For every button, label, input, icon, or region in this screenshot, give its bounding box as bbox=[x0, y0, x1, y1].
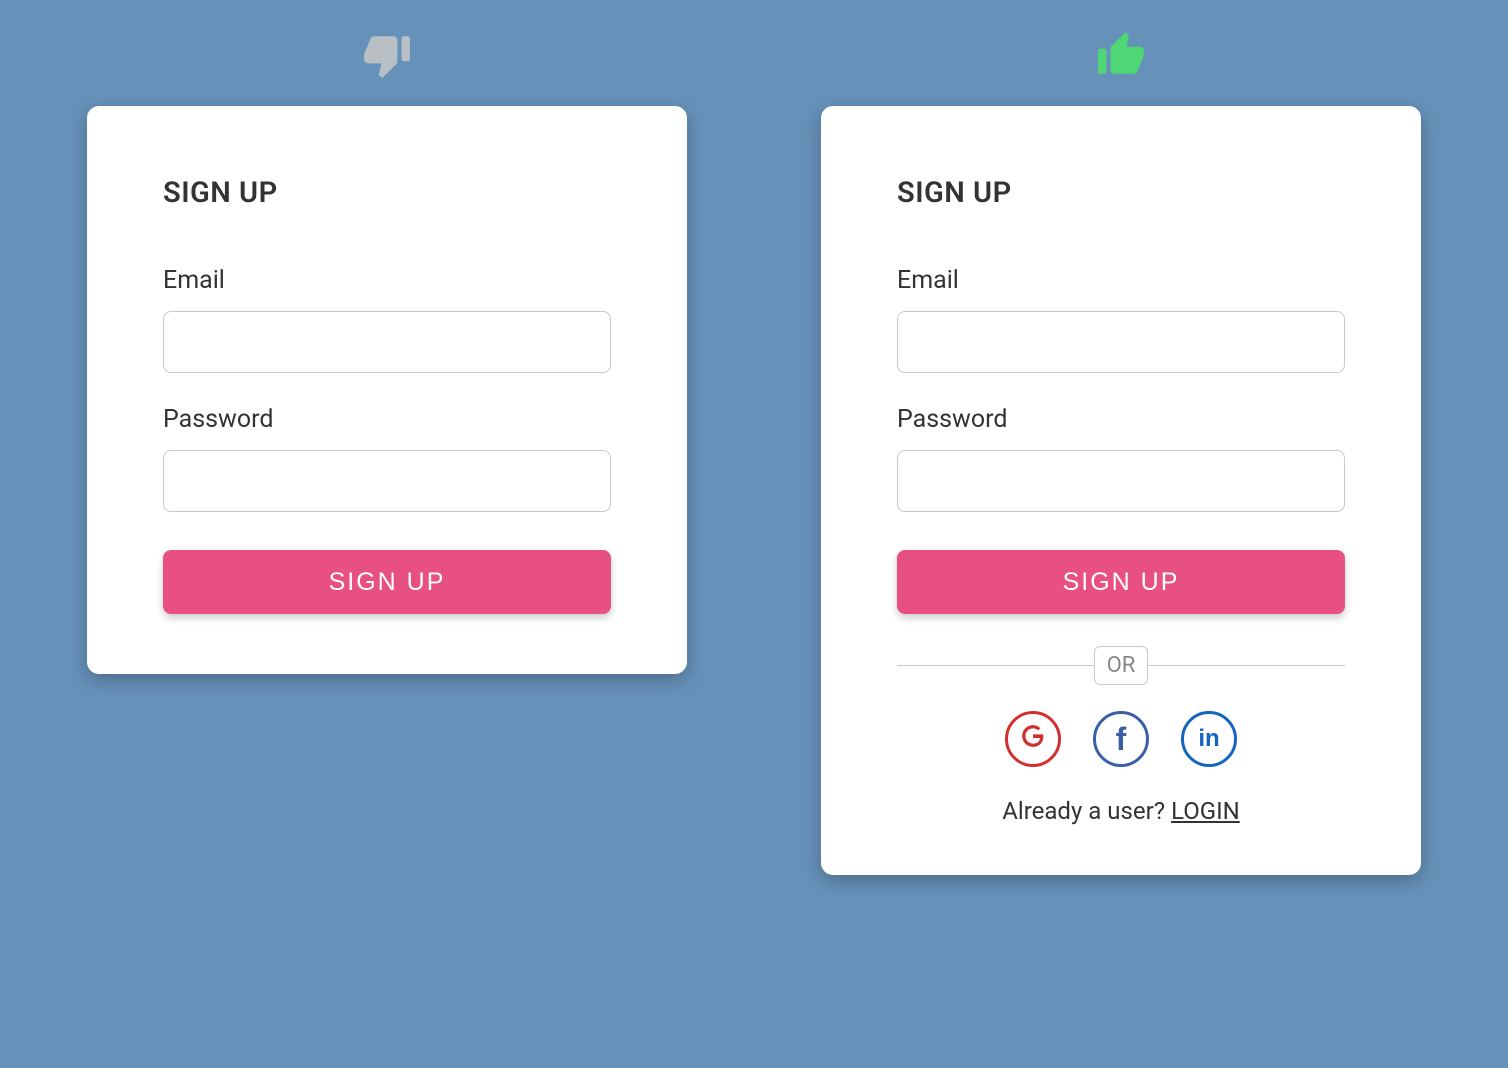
good-example-column: SIGN UP Email Password SIGN UP OR bbox=[774, 30, 1468, 875]
signup-button[interactable]: SIGN UP bbox=[163, 550, 611, 614]
already-user-text: Already a user? LOGIN bbox=[897, 797, 1345, 825]
card-heading: SIGN UP bbox=[163, 176, 611, 210]
thumbs-up-icon bbox=[1093, 30, 1149, 80]
password-input[interactable] bbox=[163, 450, 611, 512]
email-label: Email bbox=[163, 266, 611, 295]
signup-card-left: SIGN UP Email Password SIGN UP bbox=[87, 106, 687, 674]
login-link[interactable]: LOGIN bbox=[1171, 797, 1240, 825]
divider-line bbox=[897, 665, 1094, 666]
email-input[interactable] bbox=[163, 311, 611, 373]
card-heading: SIGN UP bbox=[897, 176, 1345, 210]
password-input[interactable] bbox=[897, 450, 1345, 512]
already-prefix: Already a user? bbox=[1002, 797, 1171, 825]
facebook-signup-button[interactable]: f bbox=[1093, 711, 1149, 767]
password-label: Password bbox=[897, 405, 1345, 434]
thumbs-down-icon bbox=[359, 30, 415, 80]
bad-example-column: SIGN UP Email Password SIGN UP bbox=[40, 30, 734, 674]
google-signup-button[interactable] bbox=[1005, 711, 1061, 767]
email-label: Email bbox=[897, 266, 1345, 295]
divider: OR bbox=[897, 646, 1345, 685]
email-input[interactable] bbox=[897, 311, 1345, 373]
google-icon bbox=[1020, 723, 1046, 756]
divider-line bbox=[1148, 665, 1345, 666]
linkedin-signup-button[interactable]: in bbox=[1181, 711, 1237, 767]
divider-or: OR bbox=[1094, 646, 1149, 685]
linkedin-icon: in bbox=[1198, 727, 1219, 751]
signup-button[interactable]: SIGN UP bbox=[897, 550, 1345, 614]
signup-card-right: SIGN UP Email Password SIGN UP OR bbox=[821, 106, 1421, 875]
password-label: Password bbox=[163, 405, 611, 434]
social-row: f in bbox=[897, 711, 1345, 767]
facebook-icon: f bbox=[1116, 723, 1127, 755]
